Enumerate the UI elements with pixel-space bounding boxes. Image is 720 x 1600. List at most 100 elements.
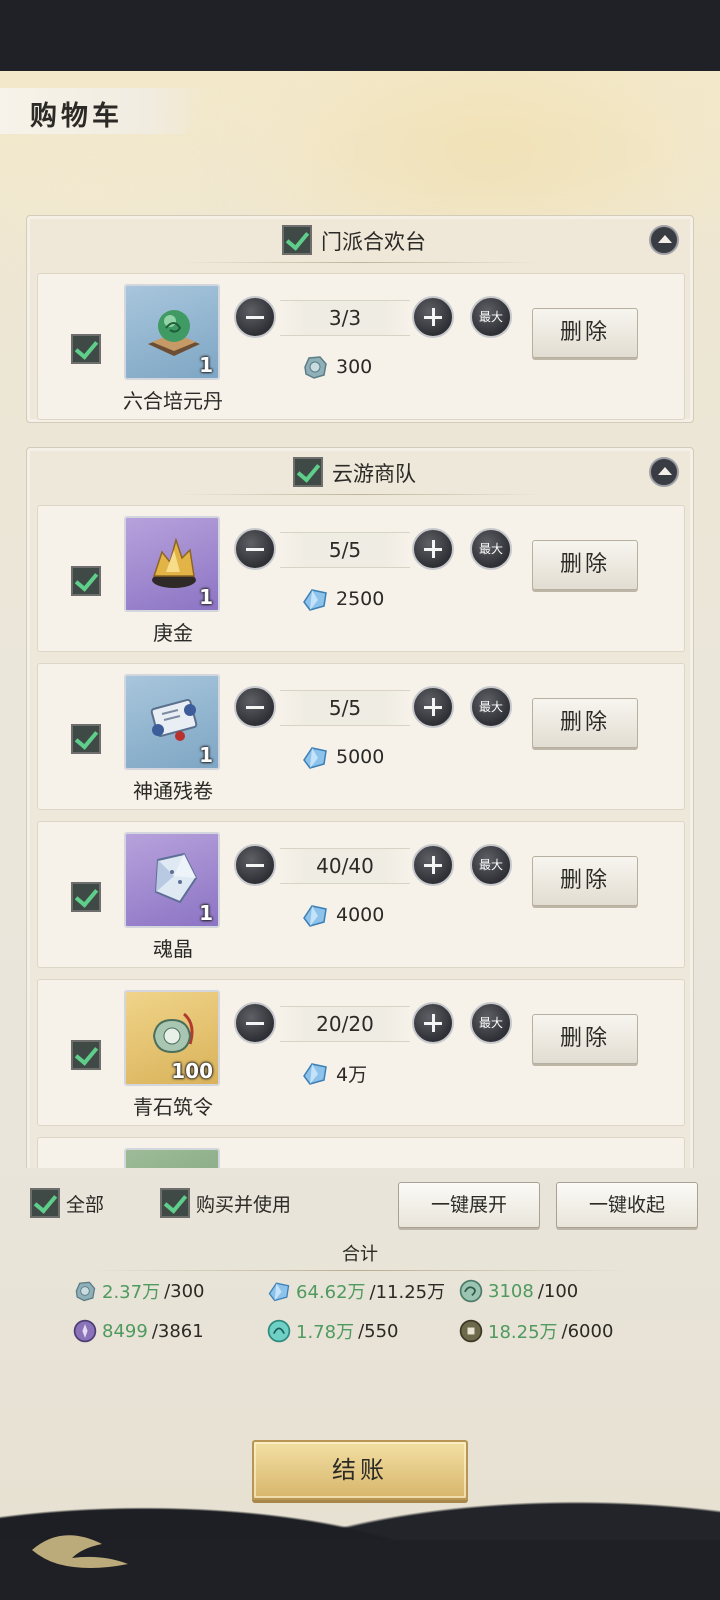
expand-all-button[interactable]: 一键展开 [398,1182,540,1228]
decrease-button[interactable] [234,296,276,338]
delete-button[interactable]: 删除 [532,698,638,748]
price-value: 4000 [336,904,385,926]
price-value: 2500 [336,588,385,610]
blue-crystal-icon [303,905,327,927]
total-label: 合计 [342,1244,378,1265]
delete-button[interactable]: 删除 [532,1014,638,1064]
decrease-button[interactable] [234,686,276,728]
item-badge: 1 [199,585,213,609]
currency-have: 3108 [488,1280,534,1302]
currency-need: /11.25万 [369,1282,446,1303]
quantity-display: 20/20 [280,1006,410,1042]
jade-token-icon [304,356,327,379]
buy-and-use-label: 购买并使用 [196,1193,292,1216]
group-header: 门派合欢台 [27,216,693,264]
item-icon: 1 [124,284,220,380]
decrease-button[interactable] [234,844,276,886]
group-checkbox[interactable] [282,225,312,255]
quantity-display: 40/40 [280,848,410,884]
item-badge: 1 [199,901,213,925]
cart-item: 1 神通残卷 5/5 最大 5000 删除 [37,663,685,810]
max-button[interactable]: 最大 [470,1002,512,1044]
increase-button[interactable] [412,844,454,886]
currency-need: /550 [358,1320,399,1342]
item-badge: 1 [199,353,213,377]
cart-item: 1 庚金 5/5 最大 2500 删除 [37,505,685,652]
currency-need: /100 [537,1280,579,1302]
item-checkbox[interactable] [71,334,101,364]
cyan-beast-coin-icon [267,1319,291,1343]
item-checkbox[interactable] [71,1040,101,1070]
cart-item [37,1137,685,1168]
decrease-button[interactable] [234,528,276,570]
quantity-display: 5/5 [280,532,410,568]
max-button[interactable]: 最大 [470,844,512,886]
currency-total: 64.62万/11.25万 [266,1278,445,1304]
item-badge: 100 [171,1059,213,1083]
item-name: 庚金 [153,621,193,645]
checkout-button[interactable]: 结账 [252,1440,468,1500]
jade-dragon-coin-icon [459,1279,483,1303]
item-price: 4万 [300,1056,367,1090]
currency-have: 8499 [102,1320,148,1342]
cart-list[interactable]: 门派合欢台 1 六合培元丹 3/3 最大 300 删除 云游商队 1 庚金 5/… [0,0,720,1168]
increase-button[interactable] [412,528,454,570]
group-header: 云游商队 [27,448,693,496]
purple-emblem-icon [73,1319,97,1343]
group-checkbox[interactable] [293,457,323,487]
cart-item: 1 六合培元丹 3/3 最大 300 删除 [37,273,685,420]
scroll-icon [150,698,198,741]
blue-crystal-icon [303,747,327,769]
crane-decoration-icon [32,1535,128,1568]
currency-need: /300 [164,1280,205,1302]
price-value: 300 [336,356,373,378]
price-value: 5000 [336,746,385,768]
delete-button[interactable]: 删除 [532,308,638,358]
item-checkbox[interactable] [71,566,101,596]
max-button[interactable]: 最大 [470,686,512,728]
select-all-checkbox[interactable] [30,1188,60,1218]
cart-group: 门派合欢台 1 六合培元丹 3/3 最大 300 删除 [26,215,694,423]
delete-button[interactable]: 删除 [532,856,638,906]
item-name: 六合培元丹 [123,389,223,413]
item-icon: 1 [124,516,220,612]
item-checkbox[interactable] [71,724,101,754]
delete-button[interactable]: 删除 [532,540,638,590]
buy-and-use-checkbox[interactable] [160,1188,190,1218]
collapse-all-button[interactable]: 一键收起 [556,1182,698,1228]
increase-button[interactable] [412,1002,454,1044]
currency-have: 1.78万 [296,1322,355,1343]
cart-group: 云游商队 1 庚金 5/5 最大 2500 删除 1 神通残卷 5/5 最大 5… [26,447,694,1168]
collapse-group-button[interactable] [649,457,679,487]
quantity-display: 5/5 [280,690,410,726]
price-value: 4万 [336,1063,368,1086]
increase-button[interactable] [412,296,454,338]
currency-total: 2.37万/300 [72,1278,205,1304]
max-button[interactable]: 最大 [470,296,512,338]
cart-item: 100 青石筑令 20/20 最大 4万 删除 [37,979,685,1126]
gold-ore-icon [152,537,196,588]
green-orb-pill-icon [148,310,200,356]
item-icon [124,1148,220,1168]
max-button[interactable]: 最大 [470,528,512,570]
blue-crystal-icon [268,1282,290,1302]
item-price: 5000 [300,740,384,774]
item-checkbox[interactable] [71,882,101,912]
decrease-button[interactable] [234,1002,276,1044]
currency-need: /6000 [561,1320,614,1342]
buy-and-use-toggle[interactable]: 购买并使用 [160,1188,291,1218]
item-price: 4000 [300,898,384,932]
item-icon: 1 [124,674,220,770]
item-price: 300 [300,350,372,384]
currency-have: 18.25万 [488,1322,558,1343]
currency-have: 2.37万 [102,1282,161,1303]
group-label: 云游商队 [332,462,416,486]
increase-button[interactable] [412,686,454,728]
select-all-toggle[interactable]: 全部 [30,1188,104,1218]
blue-crystal-icon [303,1063,327,1085]
blue-crystal-icon [303,589,327,611]
currency-need: /3861 [151,1320,204,1342]
item-name: 青石筑令 [133,1095,213,1119]
collapse-group-button[interactable] [649,225,679,255]
item-name: 神通残卷 [133,779,213,803]
